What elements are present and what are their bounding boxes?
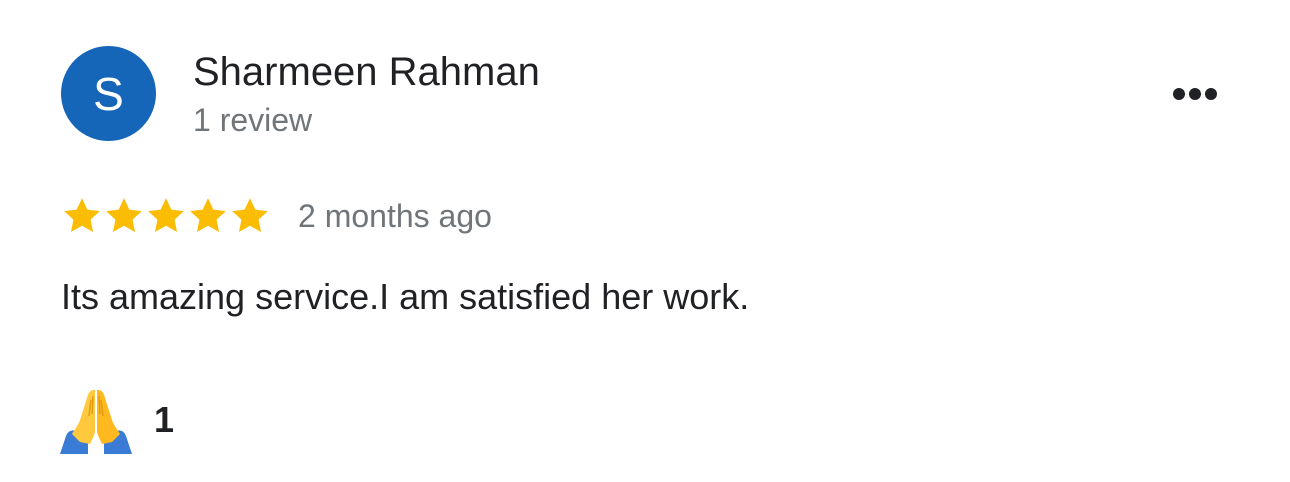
star-rating [61,195,271,237]
star-icon [106,198,142,233]
star-icon [64,198,100,233]
star-icon [232,198,268,233]
rating-row: 2 months ago [61,190,492,242]
reaction-button[interactable]: 1 [58,386,174,454]
folded-hands-icon [60,389,132,454]
reviewer-name[interactable]: Sharmeen Rahman [193,50,540,94]
more-horizontal-icon [1173,88,1217,100]
more-options-button[interactable] [1164,76,1226,112]
reviewer-review-count: 1 review [193,102,313,138]
star-icon [148,198,184,233]
reaction-count: 1 [154,399,175,440]
review-text: Its amazing service.I am satisfied her w… [61,276,750,317]
review-timestamp: 2 months ago [298,198,492,234]
avatar[interactable]: S [61,46,156,141]
avatar-initial: S [93,67,124,120]
star-icon [190,198,226,233]
